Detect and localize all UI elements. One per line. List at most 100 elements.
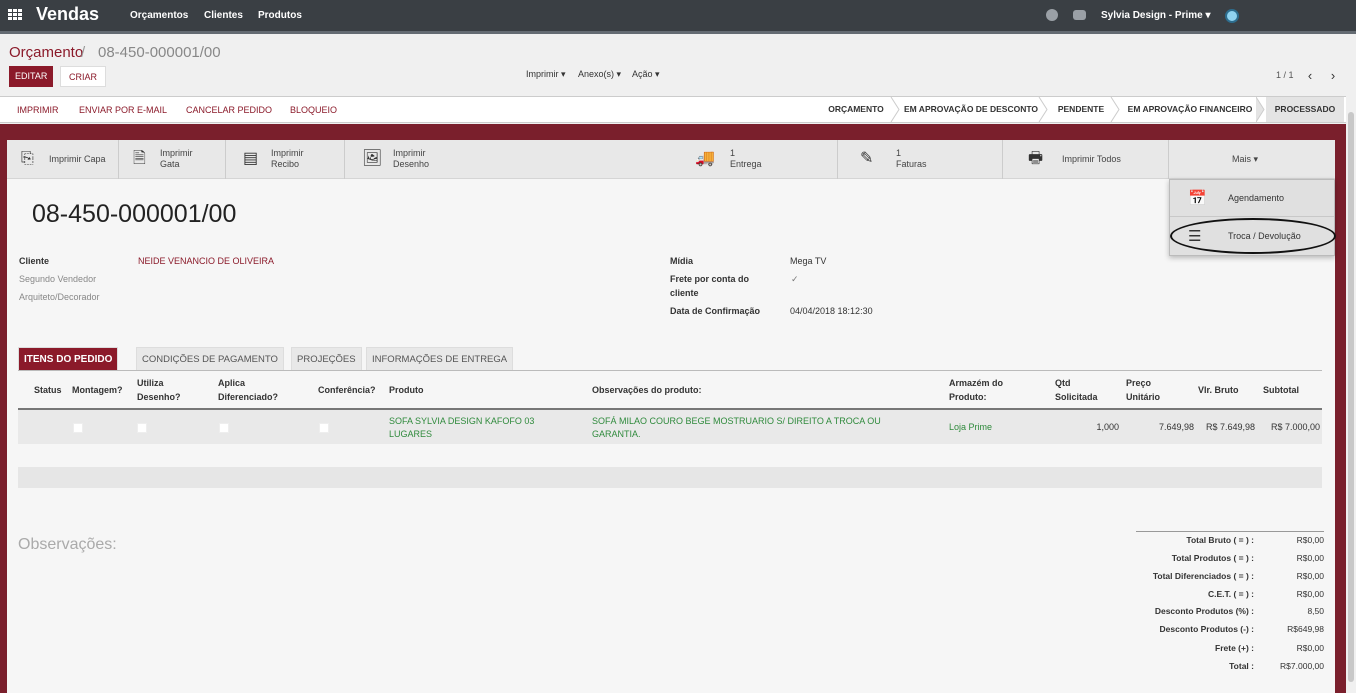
menu-orcamentos[interactable]: Orçamentos — [130, 10, 188, 21]
product-name-line2[interactable]: LUGARES — [389, 428, 432, 441]
confirmation-date-value: 04/04/2018 18:12:30 — [790, 306, 873, 316]
record-title: 08-450-000001/00 — [32, 200, 237, 228]
col-armazem-line2: Produto: — [949, 392, 987, 402]
client-value[interactable]: NEIDE VENANCIO DE OLIVEIRA — [138, 256, 274, 266]
print-gata-button[interactable]: 🗎 Imprimir Gata — [119, 140, 226, 179]
breadcrumb-current: 08-450-000001/00 — [98, 44, 221, 61]
app-brand[interactable]: Vendas — [36, 4, 99, 25]
user-menu[interactable]: Sylvia Design - Prime ▾ — [1101, 10, 1211, 21]
calendar-icon: 📅 — [1188, 190, 1207, 207]
col-montagem[interactable]: Montagem? — [72, 385, 123, 396]
print-all-label: Imprimir Todos — [1062, 154, 1121, 164]
col-utiliza-line2: Desenho? — [137, 392, 181, 402]
freight-total-label: Frete (+) : — [1215, 643, 1254, 653]
subtotal-value: R$ 7.000,00 — [1270, 422, 1320, 432]
col-produto[interactable]: Produto — [389, 385, 424, 396]
totals-divider — [1136, 531, 1324, 532]
stage-approval-discount[interactable]: EM APROVAÇÃO DE DESCONTO — [900, 97, 1042, 122]
print-receipt-button[interactable]: ▤ Imprimir Recibo — [226, 140, 345, 179]
block-button[interactable]: BLOQUEIO — [290, 105, 337, 115]
col-preco-line2: Unitário — [1126, 392, 1161, 402]
pager-previous-button[interactable]: ‹ — [1300, 66, 1320, 86]
scrollbar[interactable] — [1346, 96, 1356, 693]
menu-clientes[interactable]: Clientes — [204, 10, 243, 21]
second-seller-label: Segundo Vendedor — [19, 274, 97, 284]
edit-icon: ✎ — [860, 150, 874, 167]
stage-separator — [1038, 97, 1048, 122]
cover-icon: ⎘ — [21, 150, 34, 167]
highlight-oval — [1170, 218, 1336, 254]
tab-projections[interactable]: PROJEÇÕES — [291, 347, 362, 370]
send-email-button[interactable]: ENVIAR POR E-MAIL — [79, 105, 167, 115]
truck-icon: 🚚 — [695, 150, 715, 167]
observations-label[interactable]: Observações: — [18, 536, 117, 554]
tab-underline — [18, 370, 1322, 371]
utiliza-desenho-checkbox[interactable] — [137, 423, 147, 433]
montagem-checkbox[interactable] — [73, 423, 83, 433]
print-dropdown[interactable]: Imprimir ▾ — [526, 69, 566, 80]
col-conferencia[interactable]: Conferência? — [318, 385, 376, 396]
scrollbar-thumb[interactable] — [1348, 112, 1354, 682]
conferencia-checkbox[interactable] — [319, 423, 329, 433]
tab-order-items[interactable]: ITENS DO PEDIDO — [18, 347, 119, 370]
aplica-diferenciado-checkbox[interactable] — [219, 423, 229, 433]
action-dropdown[interactable]: Ação ▾ — [632, 69, 660, 80]
stage-pending[interactable]: PENDENTE — [1048, 97, 1114, 122]
edit-button[interactable]: EDITAR — [9, 66, 54, 87]
tab-payment-conditions[interactable]: CONDIÇÕES DE PAGAMENTO — [136, 347, 284, 370]
print-gata-label: Imprimir — [160, 148, 193, 158]
col-status[interactable]: Status — [34, 385, 62, 396]
total-differentiated-label: Total Diferenciados ( = ) : — [1152, 571, 1254, 581]
stage-separator — [890, 97, 900, 122]
print-gata-sublabel: Gata — [160, 159, 180, 169]
grand-total-value: R$7.000,00 — [1280, 661, 1324, 671]
cancel-order-button[interactable]: CANCELAR PEDIDO — [186, 105, 272, 115]
col-bruto[interactable]: Vlr. Bruto — [1198, 385, 1239, 396]
col-utiliza[interactable]: Utiliza — [137, 378, 164, 389]
top-navbar: Vendas Orçamentos Clientes Produtos Sylv… — [0, 0, 1356, 34]
col-aplica[interactable]: Aplica — [218, 378, 245, 389]
freight-total-value: R$0,00 — [1296, 643, 1324, 653]
col-preco[interactable]: Preço — [1126, 378, 1151, 389]
confirmation-date-label: Data de Confirmação — [670, 306, 761, 316]
col-armazem[interactable]: Armazém do — [949, 378, 1003, 389]
printer-icon: 🖶 — [1028, 150, 1044, 167]
print-receipt-label: Imprimir — [271, 148, 304, 158]
activity-icon[interactable] — [1046, 9, 1058, 21]
stage-processed[interactable]: PROCESSADO — [1266, 97, 1344, 122]
invoices-button[interactable]: ✎ 1 Faturas — [838, 140, 1003, 179]
product-notes-line2: GARANTIA. — [592, 429, 641, 439]
chat-icon[interactable] — [1073, 10, 1086, 20]
pager-next-button[interactable]: › — [1323, 66, 1343, 86]
print-action-button[interactable]: IMPRIMIR — [17, 105, 59, 115]
col-qtd[interactable]: Qtd — [1055, 378, 1071, 389]
receipt-icon: ▤ — [243, 150, 259, 167]
create-button[interactable]: CRIAR — [60, 66, 107, 87]
print-drawing-button[interactable]: 🖼 Imprimir Desenho 🚚 1 Entrega — [345, 140, 838, 179]
avatar[interactable] — [1225, 9, 1239, 23]
print-drawing-sublabel: Desenho — [393, 159, 430, 169]
menu-item-scheduling[interactable]: 📅 Agendamento — [1170, 180, 1334, 217]
menu-produtos[interactable]: Produtos — [258, 10, 302, 21]
attachments-dropdown[interactable]: Anexo(s) ▾ — [578, 69, 621, 80]
print-cover-label: Imprimir Capa — [49, 154, 106, 164]
product-notes: SOFÁ MILAO COURO BEGE MOSTRUARIO S/ DIRE… — [592, 416, 881, 426]
gross-value: R$ 7.649,98 — [1205, 422, 1255, 432]
total-products-label: Total Produtos ( = ) : — [1171, 553, 1254, 563]
col-subtotal[interactable]: Subtotal — [1263, 385, 1299, 396]
more-button[interactable]: Mais ▾ — [1169, 140, 1335, 179]
stage-orcamento[interactable]: ORÇAMENTO — [818, 97, 894, 122]
product-name[interactable]: SOFA SYLVIA DESIGN KAFOFO 03 — [389, 415, 534, 428]
delivery-label[interactable]: Entrega — [730, 159, 762, 169]
stage-approval-financial[interactable]: EM APROVAÇÃO FINANCEIRO — [1120, 97, 1260, 122]
print-all-button[interactable]: 🖶 Imprimir Todos — [1003, 140, 1169, 179]
apps-grid-icon[interactable] — [8, 9, 22, 21]
status-bar: IMPRIMIR ENVIAR POR E-MAIL CANCELAR PEDI… — [0, 96, 1356, 123]
print-cover-button[interactable]: ⎘ Imprimir Capa — [7, 140, 119, 179]
tab-delivery-info[interactable]: INFORMAÇÕES DE ENTREGA — [366, 347, 514, 370]
freight-label: Frete por conta do — [670, 274, 750, 284]
col-observacoes[interactable]: Observações do produto: — [592, 385, 702, 396]
cet-label: C.E.T. ( = ) : — [1207, 589, 1254, 599]
breadcrumb-root[interactable]: Orçamento — [9, 44, 83, 61]
more-dropdown-menu: 📅 Agendamento ☰ Troca / Devolução — [1169, 179, 1336, 256]
